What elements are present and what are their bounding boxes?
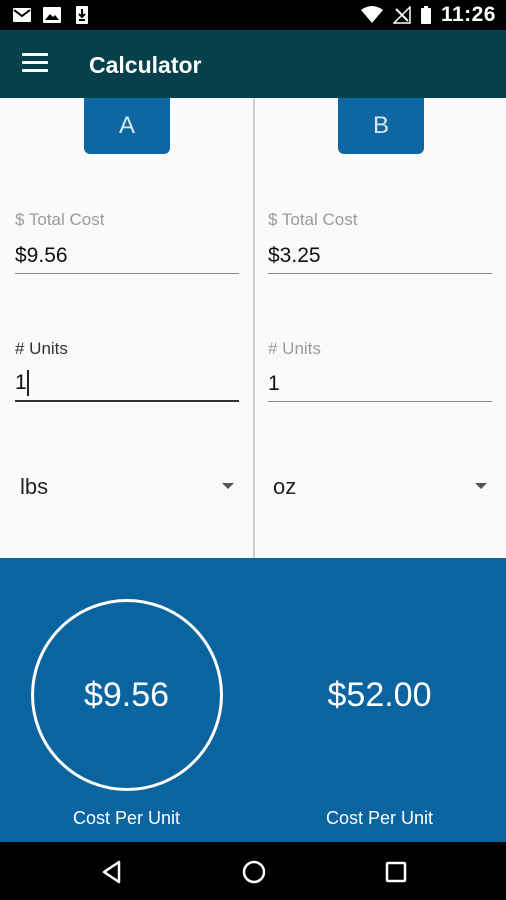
home-icon[interactable] (240, 858, 268, 886)
dropdown-arrow-icon (222, 483, 234, 489)
dropdown-arrow-icon (475, 483, 487, 489)
units-input-a[interactable] (15, 366, 239, 402)
app-bar: Calculator (0, 30, 506, 98)
tab-b-button[interactable]: B (338, 98, 424, 154)
recent-apps-icon[interactable] (382, 858, 410, 886)
results-panel: $9.56 $52.00 Cost Per Unit Cost Per Unit (0, 558, 506, 842)
units-input-b[interactable] (268, 366, 492, 402)
cost-per-unit-caption-b: Cost Per Unit (325, 808, 434, 828)
cost-per-unit-b: $52.00 (327, 676, 432, 714)
app-title: Calculator (89, 52, 202, 78)
menu-icon[interactable] (22, 53, 48, 75)
unit-selected-value: oz (273, 474, 297, 499)
total-cost-input-a[interactable] (15, 238, 239, 274)
download-notification-icon (76, 6, 88, 24)
total-cost-label: $ Total Cost (15, 210, 105, 229)
total-cost-label: $ Total Cost (268, 210, 358, 229)
unit-dropdown-b[interactable]: oz (273, 470, 487, 506)
cost-per-unit-caption-a: Cost Per Unit (72, 808, 181, 828)
units-label: # Units (15, 339, 68, 358)
unit-selected-value: lbs (20, 474, 49, 499)
system-nav-bar (0, 842, 506, 900)
units-label: # Units (268, 339, 321, 358)
battery-icon (420, 6, 431, 24)
cost-per-unit-a: $9.56 (83, 676, 170, 714)
total-cost-input-b[interactable] (268, 238, 492, 274)
wifi-icon (360, 6, 383, 23)
status-time: 11:26 (440, 3, 496, 26)
back-icon[interactable] (98, 858, 126, 886)
column-b: B $ Total Cost # Units oz (255, 98, 506, 558)
no-signal-icon (392, 6, 411, 24)
unit-dropdown-a[interactable]: lbs (20, 470, 234, 506)
status-bar: 11:26 (0, 0, 506, 30)
comparison-inputs: A $ Total Cost # Units lbs B $ Total Cos… (0, 98, 506, 558)
tab-a-button[interactable]: A (84, 98, 170, 154)
image-notification-icon (43, 7, 61, 23)
gmail-notification-icon (13, 8, 31, 22)
column-a: A $ Total Cost # Units lbs (0, 98, 253, 558)
text-cursor (27, 370, 29, 396)
